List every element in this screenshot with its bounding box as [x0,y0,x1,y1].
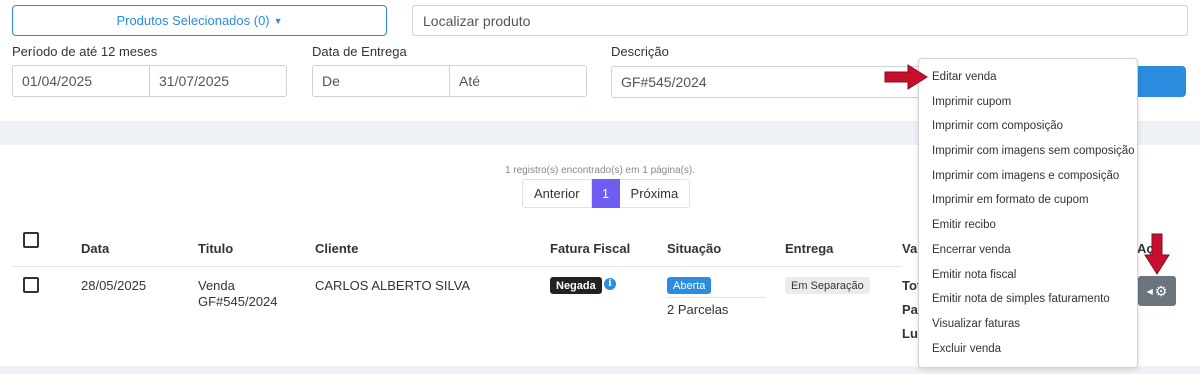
row-date: 28/05/2025 [81,278,147,293]
menu-item-issue-simple-invoice[interactable]: Emitir nota de simples faturamento [919,287,1137,312]
column-header-invoice[interactable]: Fatura Fiscal [550,241,630,256]
product-search-input[interactable] [412,5,1188,36]
table-header-divider [12,266,902,267]
row-installments[interactable]: 2 Parcelas [667,302,728,318]
description-label: Descrição [611,44,669,59]
menu-item-print-receipt[interactable]: Imprimir cupom [919,90,1137,115]
row-actions-button[interactable]: ◀ ⚙ [1138,276,1176,306]
row-title-code: GF#545/2024 [198,294,278,309]
column-header-client[interactable]: Cliente [315,241,358,256]
menu-item-print-coupon-format[interactable]: Imprimir em formato de cupom [919,188,1137,213]
delivery-to-input[interactable] [450,65,587,97]
caret-down-icon: ▼ [273,15,283,26]
row-checkbox[interactable] [23,277,39,293]
delivery-status-badge: Em Separação [785,277,870,294]
menu-item-issue-receipt[interactable]: Emitir recibo [919,213,1137,238]
delivery-from-input[interactable] [312,65,450,97]
info-icon[interactable]: i [604,278,616,290]
menu-item-view-invoices[interactable]: Visualizar faturas [919,312,1137,337]
menu-item-delete-sale[interactable]: Excluir venda [919,337,1137,362]
period-label: Período de até 12 meses [12,44,158,59]
row-client: CARLOS ALBERTO SILVA [315,278,471,293]
arrow-right-icon [884,64,928,90]
actions-dropdown-menu: Editar venda Imprimir cupom Imprimir com… [918,58,1138,368]
selected-products-button[interactable]: Produtos Selecionados (0) ▼ [12,5,387,36]
selected-products-label: Produtos Selecionados (0) [116,13,270,28]
search-button[interactable] [1136,66,1186,97]
menu-item-print-with-composition[interactable]: Imprimir com composição [919,114,1137,139]
pagination-prev[interactable]: Anterior [522,179,592,208]
select-all-checkbox[interactable] [23,232,39,248]
row-title-type: Venda [198,278,235,293]
column-header-title[interactable]: Titulo [198,241,233,256]
gear-icon: ⚙ [1154,282,1168,299]
status-divider [667,297,766,298]
pagination-next[interactable]: Próxima [619,179,691,208]
menu-item-edit-sale[interactable]: Editar venda [919,65,1137,90]
menu-item-issue-invoice[interactable]: Emitir nota fiscal [919,263,1137,288]
invoice-status-badge: Negada [550,277,602,294]
menu-item-close-sale[interactable]: Encerrar venda [919,238,1137,263]
records-count: 1 registro(s) encontrado(s) em 1 página(… [504,165,696,176]
pagination: Anterior 1 Próxima [522,179,691,208]
menu-item-print-images-and-composition[interactable]: Imprimir com imagens e composição [919,164,1137,189]
column-header-status[interactable]: Situação [667,241,721,256]
period-to-input[interactable] [150,65,287,97]
delivery-date-label: Data de Entrega [312,44,407,59]
column-header-delivery[interactable]: Entrega [785,241,833,256]
column-header-date[interactable]: Data [81,241,109,256]
arrow-down-icon [1144,233,1170,275]
period-from-input[interactable] [12,65,150,97]
menu-item-print-images-no-composition[interactable]: Imprimir com imagens sem composição [919,139,1137,164]
caret-left-icon: ◀ [1146,286,1153,296]
status-badge: Aberta [667,277,712,294]
pagination-current-page[interactable]: 1 [591,179,620,208]
